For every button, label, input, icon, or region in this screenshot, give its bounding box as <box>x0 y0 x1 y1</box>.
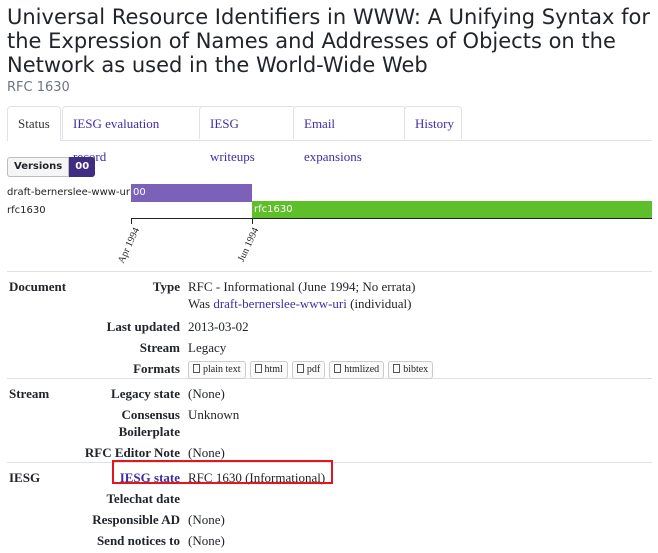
type-value: RFC - Informational (June 1994; No errat… <box>188 279 416 294</box>
document-section: Document Type RFC - Informational (June … <box>7 272 652 379</box>
tab-email-expansions[interactable]: Email expansions <box>293 106 406 164</box>
file-icon <box>254 364 262 373</box>
tab-history[interactable]: History <box>404 106 462 139</box>
rfc-editor-note-label: RFC Editor Note <box>84 445 180 460</box>
page-title: Universal Resource Identifiers in WWW: A… <box>7 5 650 77</box>
format-html-button[interactable]: html <box>249 361 288 379</box>
was-line: Was draft-bernerslee-www-uri (individual… <box>188 296 412 312</box>
consensus-value: Unknown <box>188 407 240 422</box>
format-label: plain text <box>203 364 241 375</box>
send-notices-label: Send notices to <box>96 533 180 548</box>
send-notices-value: (None) <box>188 533 225 548</box>
file-icon <box>334 364 342 373</box>
timeline-tick-label: Jun 1994 <box>236 226 262 264</box>
format-label: html <box>264 364 283 375</box>
format-label: pdf <box>306 364 321 375</box>
format-label: bibtex <box>403 364 429 375</box>
timeline-bar-draft[interactable]: 00 <box>131 184 252 202</box>
format-plain-text-button[interactable]: plain text <box>188 361 246 379</box>
rfc-editor-note-value: (None) <box>188 445 225 460</box>
format-htmlized-button[interactable]: htmlized <box>329 361 385 379</box>
versions-selector: Versions 00 <box>7 157 96 177</box>
tab-iesg-evaluation-record[interactable]: IESG evaluation record <box>62 106 203 164</box>
file-icon <box>393 364 401 373</box>
timeline-bar-rfc[interactable]: rfc1630 <box>252 201 652 219</box>
format-bibtex-button[interactable]: bibtex <box>388 361 434 379</box>
timeline-tick <box>131 218 132 224</box>
format-label: htmlized <box>344 364 380 375</box>
tab-iesg-writeups[interactable]: IESG writeups <box>199 106 296 164</box>
formats-list: plain text html pdf htmlized bibtex <box>188 360 437 379</box>
versions-label: Versions <box>7 157 70 177</box>
was-prefix: Was <box>188 296 211 311</box>
highlight-box <box>112 460 333 484</box>
stream-section: Stream Legacy state (None) Consensus Boi… <box>7 379 652 463</box>
type-label: Type <box>152 279 180 294</box>
timeline-axis <box>131 218 652 219</box>
tab-bar: Status IESG evaluation record IESG write… <box>7 106 652 164</box>
file-icon <box>296 364 304 373</box>
timeline-row-label: rfc1630 <box>7 205 46 216</box>
timeline-tick-label: Apr 1994 <box>115 226 143 266</box>
format-pdf-button[interactable]: pdf <box>291 361 326 379</box>
file-icon <box>193 364 200 373</box>
version-badge-00[interactable]: 00 <box>69 157 96 177</box>
tab-status[interactable]: Status <box>7 106 61 141</box>
rfc-number: RFC 1630 <box>7 80 70 95</box>
timeline-row-label: draft-bernerslee-www-uri <box>7 187 133 198</box>
draft-link[interactable]: draft-bernerslee-www-uri <box>213 296 347 311</box>
timeline-tick <box>252 218 253 224</box>
was-suffix: (individual) <box>350 296 412 311</box>
metadata-table: Document Type RFC - Informational (June … <box>7 271 652 553</box>
formats-label: Formats <box>133 361 180 376</box>
consensus-label: Consensus <box>121 407 180 422</box>
